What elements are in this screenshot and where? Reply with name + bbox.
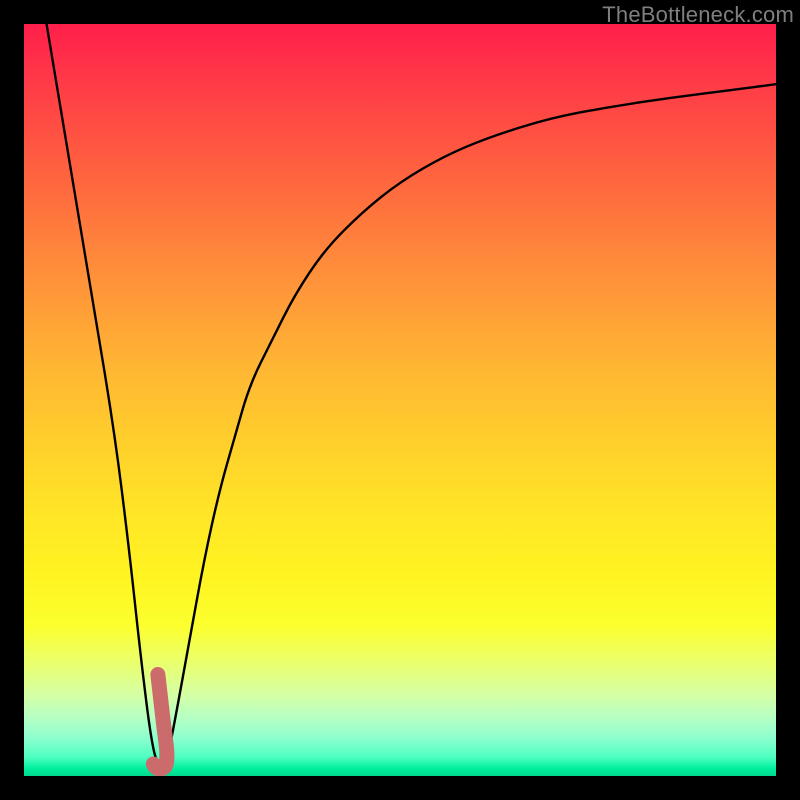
bottleneck-curve: [47, 24, 776, 766]
watermark-text: TheBottleneck.com: [602, 2, 794, 28]
chart-svg: [24, 24, 776, 776]
chart-plot-area: [24, 24, 776, 776]
chart-frame: TheBottleneck.com: [0, 0, 800, 800]
